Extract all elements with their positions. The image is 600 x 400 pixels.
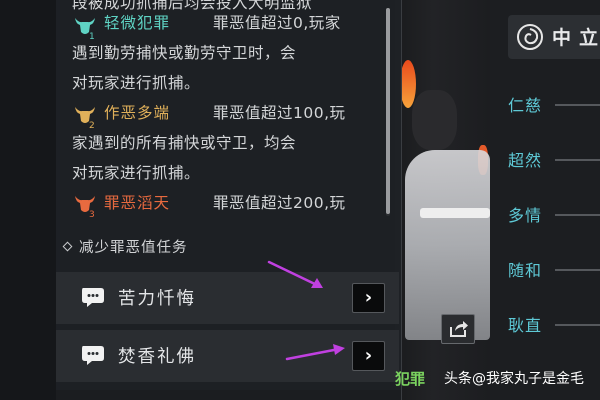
attribute-label: 多情: [508, 206, 543, 225]
attribute-bar: [555, 324, 600, 326]
svg-text:3: 3: [89, 210, 95, 218]
watermark-author: @我家丸子是金毛: [472, 371, 584, 387]
share-button[interactable]: [441, 314, 475, 344]
panel-bottom-strip: [56, 390, 401, 400]
attribute-label: 随和: [508, 261, 543, 280]
crime-level-desc-line: 对玩家进行抓捕。: [72, 74, 201, 92]
watermark: 头条@我家丸子是金毛: [444, 368, 584, 388]
task-go-button[interactable]: ›: [352, 341, 385, 371]
task-row-kuli[interactable]: 苦力忏悔 ›: [56, 272, 399, 324]
watermark-source: 头条: [444, 371, 472, 387]
crime-level-name: 轻微犯罪: [104, 14, 171, 32]
attribute-label: 超然: [508, 151, 543, 170]
crime-level-desc-line: 罪恶值超过0,玩家: [213, 14, 341, 32]
crime-level-desc-line: 罪恶值超过100,玩: [213, 104, 346, 122]
ox-head-level-3-icon: 3: [75, 196, 95, 218]
attribute-label: 耿直: [508, 316, 543, 335]
crime-info-panel: 段被成功抓捕后均会投入大明监狱 1 轻微犯罪 罪恶值超过0,玩家 遇到勤劳捕快或…: [56, 0, 402, 400]
attribute-bar: [555, 214, 600, 216]
svg-text:1: 1: [89, 32, 95, 40]
alignment-header[interactable]: 中立: [508, 15, 600, 59]
spiral-logo-icon: [517, 24, 543, 50]
pink-arrow-icon: [267, 260, 323, 288]
crime-status-label: 犯罪: [395, 370, 426, 388]
crime-level-desc-line: 遇到勤劳捕快或勤劳守卫时，会: [72, 44, 297, 62]
crime-level-desc-line: 家遇到的所有捕快或守卫，均会: [72, 134, 297, 152]
game-screen: 段被成功抓捕后均会投入大明监狱 1 轻微犯罪 罪恶值超过0,玩家 遇到勤劳捕快或…: [0, 0, 600, 400]
attribute-panel: [490, 0, 600, 400]
ox-head-level-1-icon: 1: [75, 18, 95, 40]
crime-level-desc-line: 对玩家进行抓捕。: [72, 164, 201, 182]
task-go-button[interactable]: ›: [352, 283, 385, 313]
character-robe: [405, 150, 490, 340]
scrollbar-thumb[interactable]: [386, 8, 390, 214]
alignment-title: 中立: [552, 27, 600, 49]
share-icon: [450, 321, 468, 337]
task-row-fenxiang[interactable]: 焚香礼佛 ›: [56, 330, 399, 382]
character-flame: [400, 60, 416, 108]
scroll-speech-icon: [82, 288, 104, 307]
task-section-label: 减少罪恶值任务: [79, 240, 188, 256]
svg-text:2: 2: [89, 121, 95, 129]
crime-level-name: 罪恶滔天: [104, 194, 171, 212]
attribute-bar: [555, 104, 600, 106]
crime-level-desc-line: 罪恶值超过200,玩: [213, 194, 346, 212]
character-belt: [420, 208, 490, 218]
character-head: [412, 90, 457, 150]
attribute-label: 仁慈: [508, 96, 543, 115]
task-label: 苦力忏悔: [118, 289, 196, 309]
background-left: [0, 0, 60, 400]
diamond-bullet-icon: [62, 241, 73, 251]
task-section-title: 减少罪恶值任务: [62, 236, 188, 257]
scroll-speech-icon: [82, 346, 104, 365]
task-label: 焚香礼佛: [118, 347, 196, 367]
crime-levels-scroll-area[interactable]: 段被成功抓捕后均会投入大明监狱 1 轻微犯罪 罪恶值超过0,玩家 遇到勤劳捕快或…: [56, 0, 386, 218]
ox-head-level-2-icon: 2: [75, 107, 95, 129]
attribute-bar: [555, 269, 600, 271]
crime-level-name: 作恶多端: [104, 104, 171, 122]
pink-arrow-icon: [285, 344, 345, 361]
attribute-bar: [555, 159, 600, 161]
